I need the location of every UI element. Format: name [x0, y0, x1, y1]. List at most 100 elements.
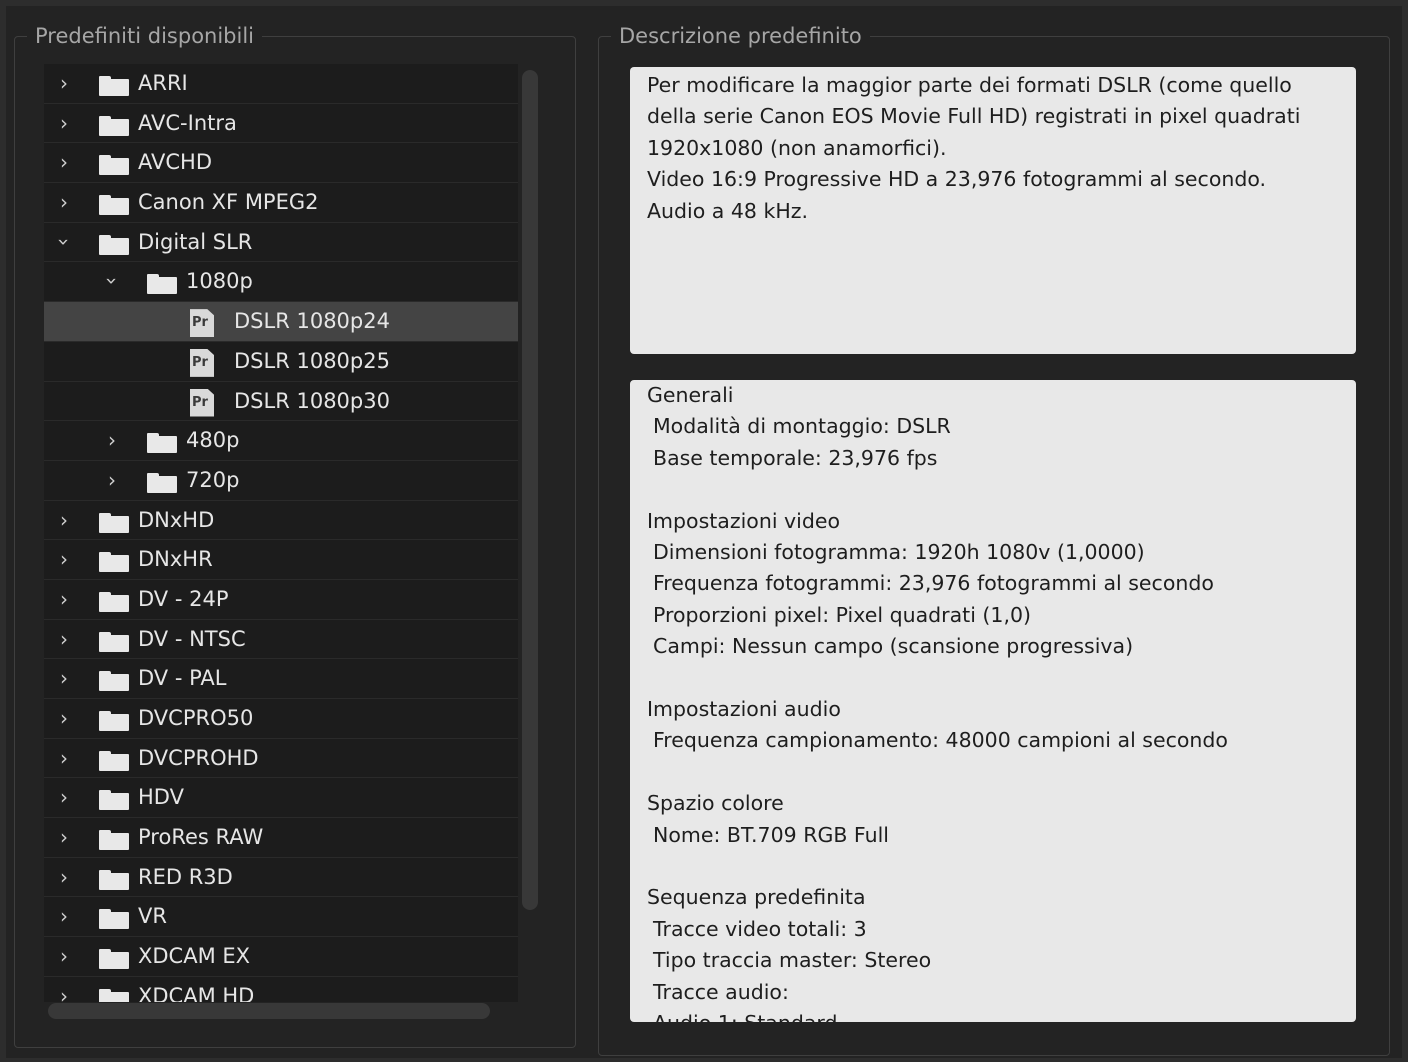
- tree-item-label: DSLR 1080p25: [234, 348, 390, 373]
- folder-icon: [99, 830, 129, 851]
- folder-icon: [99, 591, 129, 612]
- tree-item-label: ProRes RAW: [138, 825, 264, 850]
- chevron-right-icon[interactable]: ›: [54, 897, 74, 935]
- folder-item[interactable]: › XDCAM EX: [44, 937, 518, 977]
- folder-item[interactable]: › DV - PAL: [44, 659, 518, 699]
- preset-details-text[interactable]: Generali Modalità di montaggio: DSLR Base …: [630, 380, 1356, 1022]
- folder-item[interactable]: › AVCHD: [44, 143, 518, 184]
- chevron-right-icon[interactable]: ›: [54, 977, 74, 1002]
- detail-line: Campi: Nessun campo (scansione progressi…: [653, 634, 1134, 659]
- folder-icon: [99, 988, 129, 1002]
- folder-icon: [99, 750, 129, 771]
- detail-line: Frequenza campionamento: 48000 campioni …: [653, 728, 1228, 753]
- folder-item[interactable]: › DNxHD: [44, 501, 518, 541]
- folder-item[interactable]: › ARRI: [44, 64, 518, 104]
- tree-item-label: ARRI: [138, 71, 188, 95]
- chevron-right-icon[interactable]: ›: [54, 659, 74, 697]
- chevron-right-icon[interactable]: ›: [102, 421, 122, 459]
- detail-line: Modalità di montaggio: DSLR: [653, 414, 951, 439]
- tree-item-label: DNxHR: [138, 547, 213, 572]
- chevron-right-icon[interactable]: ›: [54, 937, 74, 975]
- preset-item[interactable]: Pr DSLR 1080p30: [44, 382, 518, 422]
- preset-item[interactable]: Pr DSLR 1080p25: [44, 342, 518, 382]
- chevron-right-icon[interactable]: ›: [54, 620, 74, 658]
- folder-icon: [99, 115, 129, 136]
- tree-item-label: DSLR 1080p24: [234, 309, 390, 334]
- folder-item[interactable]: › DVCPRO50: [44, 699, 518, 739]
- detail-line: Nome: BT.709 RGB Full: [653, 822, 889, 847]
- premiere-preset-icon: Pr: [190, 309, 214, 338]
- tree-item-label: HDV: [138, 785, 184, 810]
- folder-item[interactable]: › HDV: [44, 778, 518, 819]
- folder-icon: [99, 909, 129, 930]
- chevron-right-icon[interactable]: ›: [54, 699, 74, 737]
- chevron-right-icon[interactable]: ›: [54, 183, 74, 221]
- preset-tree[interactable]: › ARRI › AVC-Intra › AVCHD › Canon XF MPEG2 › Dig…: [44, 64, 518, 1002]
- folder-item[interactable]: › 720p: [44, 461, 518, 501]
- folder-icon: [99, 631, 129, 652]
- folder-icon: [99, 869, 129, 890]
- folder-icon: [147, 433, 177, 454]
- folder-icon: [99, 512, 129, 533]
- detail-section-heading: Spazio colore: [647, 791, 784, 816]
- chevron-right-icon[interactable]: ›: [54, 143, 74, 181]
- tree-vertical-scrollbar[interactable]: [522, 70, 538, 910]
- chevron-right-icon[interactable]: ›: [102, 461, 122, 499]
- tree-horizontal-scrollbar[interactable]: [48, 1003, 490, 1019]
- tree-item-label: 480p: [186, 428, 240, 453]
- folder-item[interactable]: › DV - NTSC: [44, 620, 518, 660]
- chevron-down-icon[interactable]: ›: [45, 232, 83, 252]
- premiere-preset-icon: Pr: [190, 388, 214, 417]
- available-presets-title: Predefiniti disponibili: [27, 21, 263, 51]
- chevron-down-icon[interactable]: ›: [93, 271, 131, 291]
- detail-line: Dimensioni fotogramma: 1920h 1080v (1,00…: [653, 540, 1145, 565]
- folder-icon: [147, 472, 177, 493]
- tree-item-label: DV - PAL: [138, 666, 227, 691]
- chevron-right-icon[interactable]: ›: [54, 64, 74, 102]
- preset-item[interactable]: Pr DSLR 1080p24: [44, 302, 518, 342]
- folder-icon: [99, 790, 129, 811]
- tree-item-label: DSLR 1080p30: [234, 388, 390, 413]
- chevron-right-icon[interactable]: ›: [54, 818, 74, 856]
- tree-item-label: XDCAM HD: [138, 983, 255, 1002]
- chevron-right-icon[interactable]: ›: [54, 104, 74, 142]
- chevron-right-icon[interactable]: ›: [54, 501, 74, 539]
- detail-line: Base temporale: 23,976 fps: [653, 445, 938, 470]
- tree-item-label: 1080p: [186, 269, 253, 294]
- folder-item[interactable]: › 480p: [44, 421, 518, 461]
- chevron-right-icon[interactable]: ›: [54, 739, 74, 777]
- detail-line: Proporzioni pixel: Pixel quadrati (1,0): [653, 602, 1031, 627]
- description-line: Video 16:9 Progressive HD a 23,976 fotog…: [647, 167, 1267, 192]
- detail-section-heading: [647, 474, 1342, 505]
- tree-item-label: 720p: [186, 467, 240, 492]
- folder-item[interactable]: › AVC-Intra: [44, 104, 518, 144]
- description-line: Audio a 48 kHz.: [647, 198, 809, 223]
- folder-icon: [147, 274, 177, 295]
- folder-icon: [99, 552, 129, 573]
- detail-section-heading: Impostazioni audio: [647, 697, 841, 722]
- detail-section-heading: Impostazioni video: [647, 508, 841, 533]
- folder-item[interactable]: › RED R3D: [44, 858, 518, 898]
- tree-item-label: XDCAM EX: [138, 944, 251, 969]
- folder-item[interactable]: › DV - 24P: [44, 580, 518, 620]
- detail-section-heading: [647, 851, 1342, 882]
- folder-item[interactable]: › 1080p: [44, 262, 518, 303]
- chevron-right-icon[interactable]: ›: [54, 580, 74, 618]
- folder-item[interactable]: › DVCPROHD: [44, 739, 518, 779]
- chevron-right-icon[interactable]: ›: [54, 858, 74, 896]
- chevron-right-icon[interactable]: ›: [54, 540, 74, 578]
- description-line: della serie Canon EOS Movie Full HD) reg…: [647, 104, 1301, 129]
- folder-item[interactable]: › ProRes RAW: [44, 818, 518, 858]
- folder-item[interactable]: › Canon XF MPEG2: [44, 183, 518, 223]
- tree-item-label: AVCHD: [138, 150, 213, 175]
- folder-item[interactable]: › DNxHR: [44, 540, 518, 580]
- detail-section-heading: Sequenza predefinita: [647, 885, 866, 910]
- folder-item[interactable]: › XDCAM HD: [44, 977, 518, 1002]
- chevron-right-icon[interactable]: ›: [54, 778, 74, 816]
- description-line: 1920x1080 (non anamorfici).: [647, 135, 947, 160]
- detail-line: Tracce video totali: 3: [653, 916, 867, 941]
- detail-section-heading: [647, 757, 1342, 788]
- folder-item[interactable]: › Digital SLR: [44, 223, 518, 263]
- tree-item-label: Canon XF MPEG2: [138, 190, 319, 215]
- folder-item[interactable]: › VR: [44, 897, 518, 938]
